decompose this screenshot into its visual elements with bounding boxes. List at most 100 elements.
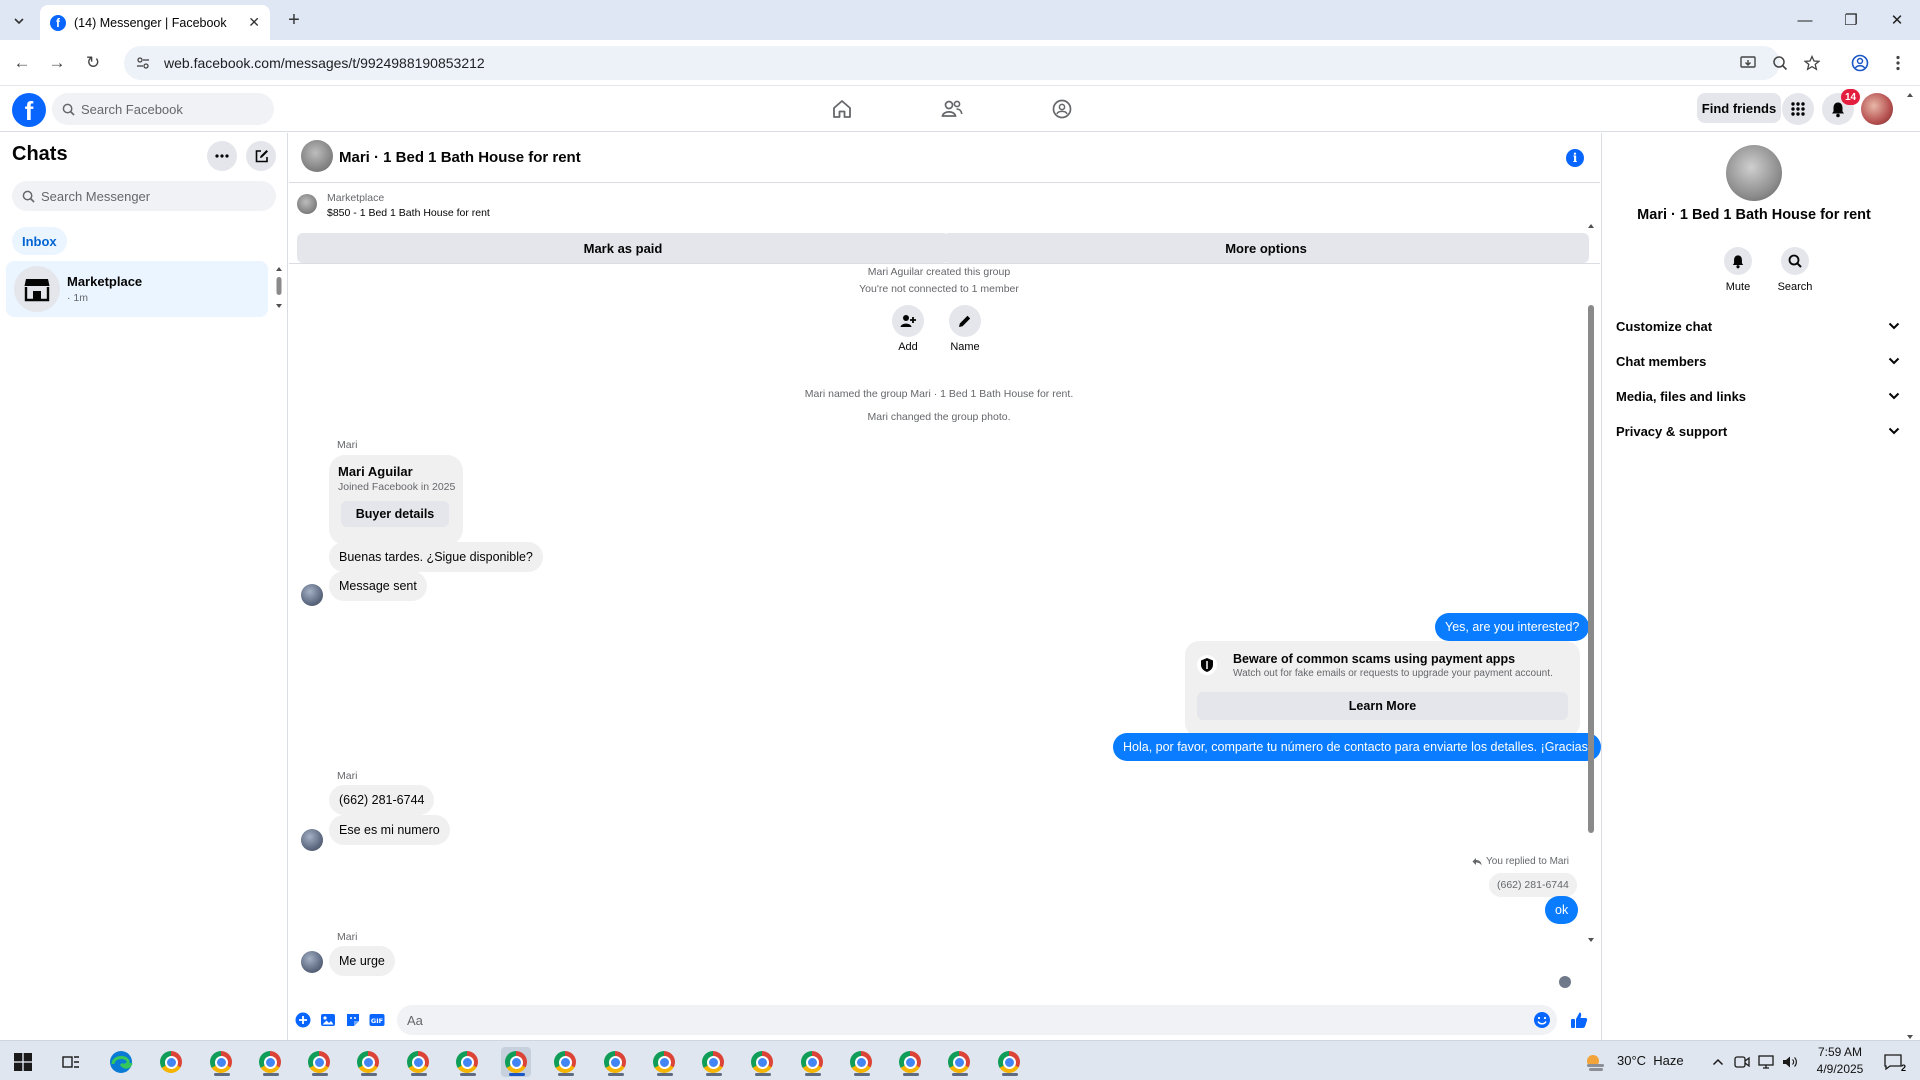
show-hidden-icons-chevron-icon[interactable] <box>1706 1047 1730 1077</box>
notification-center-icon[interactable]: 2 <box>1878 1047 1908 1077</box>
messenger-search-input[interactable]: Search Messenger <box>12 181 276 211</box>
sender-avatar[interactable] <box>301 584 323 606</box>
account-avatar[interactable] <box>1861 93 1893 125</box>
chrome-app-icon[interactable] <box>156 1047 186 1077</box>
forward-button[interactable]: → <box>45 51 69 75</box>
chat-title[interactable]: Mari · 1 Bed 1 Bath House for rent <box>339 149 581 166</box>
volume-icon[interactable] <box>1778 1047 1802 1077</box>
groups-nav-icon[interactable] <box>1047 94 1077 124</box>
restore-button[interactable]: ❐ <box>1836 8 1866 32</box>
menu-grid-icon[interactable] <box>1782 93 1814 125</box>
tab-close-icon[interactable]: ✕ <box>248 14 260 31</box>
attach-image-icon[interactable] <box>319 1011 337 1029</box>
quoted-message[interactable]: (662) 281-6744 <box>1489 873 1577 897</box>
chrome-app-icon[interactable] <box>600 1047 630 1077</box>
chat-members-section[interactable]: Chat members <box>1616 346 1900 376</box>
address-bar[interactable]: web.facebook.com/messages/t/992498819085… <box>124 46 1780 80</box>
friends-nav-icon[interactable] <box>937 94 967 124</box>
find-friends-button[interactable]: Find friends <box>1697 93 1781 123</box>
task-view-icon[interactable] <box>56 1047 86 1077</box>
chrome-app-icon[interactable] <box>698 1047 728 1077</box>
chrome-app-icon[interactable] <box>206 1047 236 1077</box>
name-group-button[interactable] <box>949 305 981 337</box>
chrome-app-icon[interactable] <box>452 1047 482 1077</box>
weather-text[interactable]: 30°C Haze <box>1617 1053 1684 1068</box>
mute-button[interactable] <box>1724 247 1752 275</box>
message-input[interactable]: Aa <box>397 1005 1557 1035</box>
reload-button[interactable]: ↻ <box>81 51 105 75</box>
bookmark-star-icon[interactable] <box>1800 51 1824 75</box>
incoming-message[interactable]: Me urge <box>329 946 395 976</box>
incoming-message[interactable]: Ese es mi numero <box>329 815 450 845</box>
outgoing-message[interactable]: Yes, are you interested? <box>1435 613 1590 641</box>
meet-now-icon[interactable] <box>1730 1047 1754 1077</box>
facebook-logo[interactable]: f <box>12 93 46 127</box>
incoming-message[interactable]: Message sent <box>329 571 427 601</box>
outgoing-message[interactable]: ok <box>1545 896 1579 924</box>
site-info-icon[interactable] <box>136 56 150 70</box>
more-options-button[interactable]: More options <box>943 233 1589 263</box>
weather-icon[interactable] <box>1583 1047 1607 1077</box>
thumbs-up-icon[interactable] <box>1568 1009 1590 1031</box>
listing-title[interactable]: $850 - 1 Bed 1 Bath House for rent <box>327 207 490 219</box>
inbox-filter-tab[interactable]: Inbox <box>12 227 67 255</box>
chrome-app-icon-active[interactable] <box>501 1047 531 1077</box>
browser-tab-messenger[interactable]: f (14) Messenger | Facebook ✕ <box>40 5 270 40</box>
add-member-button[interactable] <box>892 305 924 337</box>
incoming-message[interactable]: (662) 281-6744 <box>329 785 435 815</box>
home-nav-icon[interactable] <box>827 94 857 124</box>
zoom-icon[interactable] <box>1768 51 1792 75</box>
chrome-app-icon[interactable] <box>944 1047 974 1077</box>
back-button[interactable]: ← <box>10 51 34 75</box>
group-avatar[interactable] <box>301 140 333 172</box>
buyer-details-button[interactable]: Buyer details <box>341 501 449 527</box>
page-scrollbar[interactable] <box>1904 91 1916 1041</box>
clock-date[interactable]: 4/9/2025 <box>1810 1062 1870 1076</box>
sender-avatar[interactable] <box>301 951 323 973</box>
more-actions-plus-icon[interactable] <box>294 1011 312 1029</box>
chrome-app-icon[interactable] <box>649 1047 679 1077</box>
new-message-button[interactable] <box>246 141 276 171</box>
chat-scrollbar[interactable] <box>1585 223 1597 943</box>
conversation-item[interactable]: Marketplace · 1m <box>6 261 268 317</box>
listing-thumbnail[interactable] <box>297 194 317 214</box>
customize-chat-section[interactable]: Customize chat <box>1616 311 1900 341</box>
search-in-conversation-button[interactable] <box>1781 247 1809 275</box>
close-window-button[interactable]: ✕ <box>1882 8 1912 32</box>
group-photo[interactable] <box>1726 145 1782 201</box>
tab-search-button[interactable] <box>8 10 30 32</box>
learn-more-button[interactable]: Learn More <box>1197 692 1568 720</box>
chrome-app-icon[interactable] <box>846 1047 876 1077</box>
minimize-button[interactable]: — <box>1790 8 1820 32</box>
chrome-app-icon[interactable] <box>255 1047 285 1077</box>
facebook-search-input[interactable]: Search Facebook <box>52 93 274 125</box>
profile-icon[interactable] <box>1848 51 1872 75</box>
privacy-support-section[interactable]: Privacy & support <box>1616 416 1900 446</box>
conversation-info-icon[interactable]: i <box>1566 149 1584 167</box>
browser-menu-icon[interactable] <box>1886 51 1910 75</box>
mark-as-paid-button[interactable]: Mark as paid <box>297 233 949 263</box>
windows-start-icon[interactable] <box>8 1047 38 1077</box>
edge-browser-icon[interactable] <box>106 1047 136 1077</box>
sidebar-scrollbar[interactable] <box>274 265 284 310</box>
chrome-app-icon[interactable] <box>747 1047 777 1077</box>
incoming-message[interactable]: Buenas tardes. ¿Sigue disponible? <box>329 542 543 572</box>
network-icon[interactable] <box>1754 1047 1778 1077</box>
gif-icon[interactable]: GIF <box>369 1011 385 1029</box>
chrome-app-icon[interactable] <box>550 1047 580 1077</box>
sticker-icon[interactable] <box>344 1011 362 1029</box>
chrome-app-icon[interactable] <box>304 1047 334 1077</box>
emoji-icon[interactable] <box>1533 1011 1551 1029</box>
chrome-app-icon[interactable] <box>994 1047 1024 1077</box>
clock-time[interactable]: 7:59 AM <box>1810 1045 1870 1059</box>
outgoing-message[interactable]: Hola, por favor, comparte tu número de c… <box>1113 733 1602 761</box>
chrome-app-icon[interactable] <box>353 1047 383 1077</box>
chrome-app-icon[interactable] <box>895 1047 925 1077</box>
sender-avatar[interactable] <box>301 829 323 851</box>
install-app-icon[interactable] <box>1736 51 1760 75</box>
chrome-app-icon[interactable] <box>797 1047 827 1077</box>
chat-options-button[interactable] <box>207 141 237 171</box>
chrome-app-icon[interactable] <box>403 1047 433 1077</box>
new-tab-button[interactable]: + <box>282 8 306 32</box>
media-files-links-section[interactable]: Media, files and links <box>1616 381 1900 411</box>
